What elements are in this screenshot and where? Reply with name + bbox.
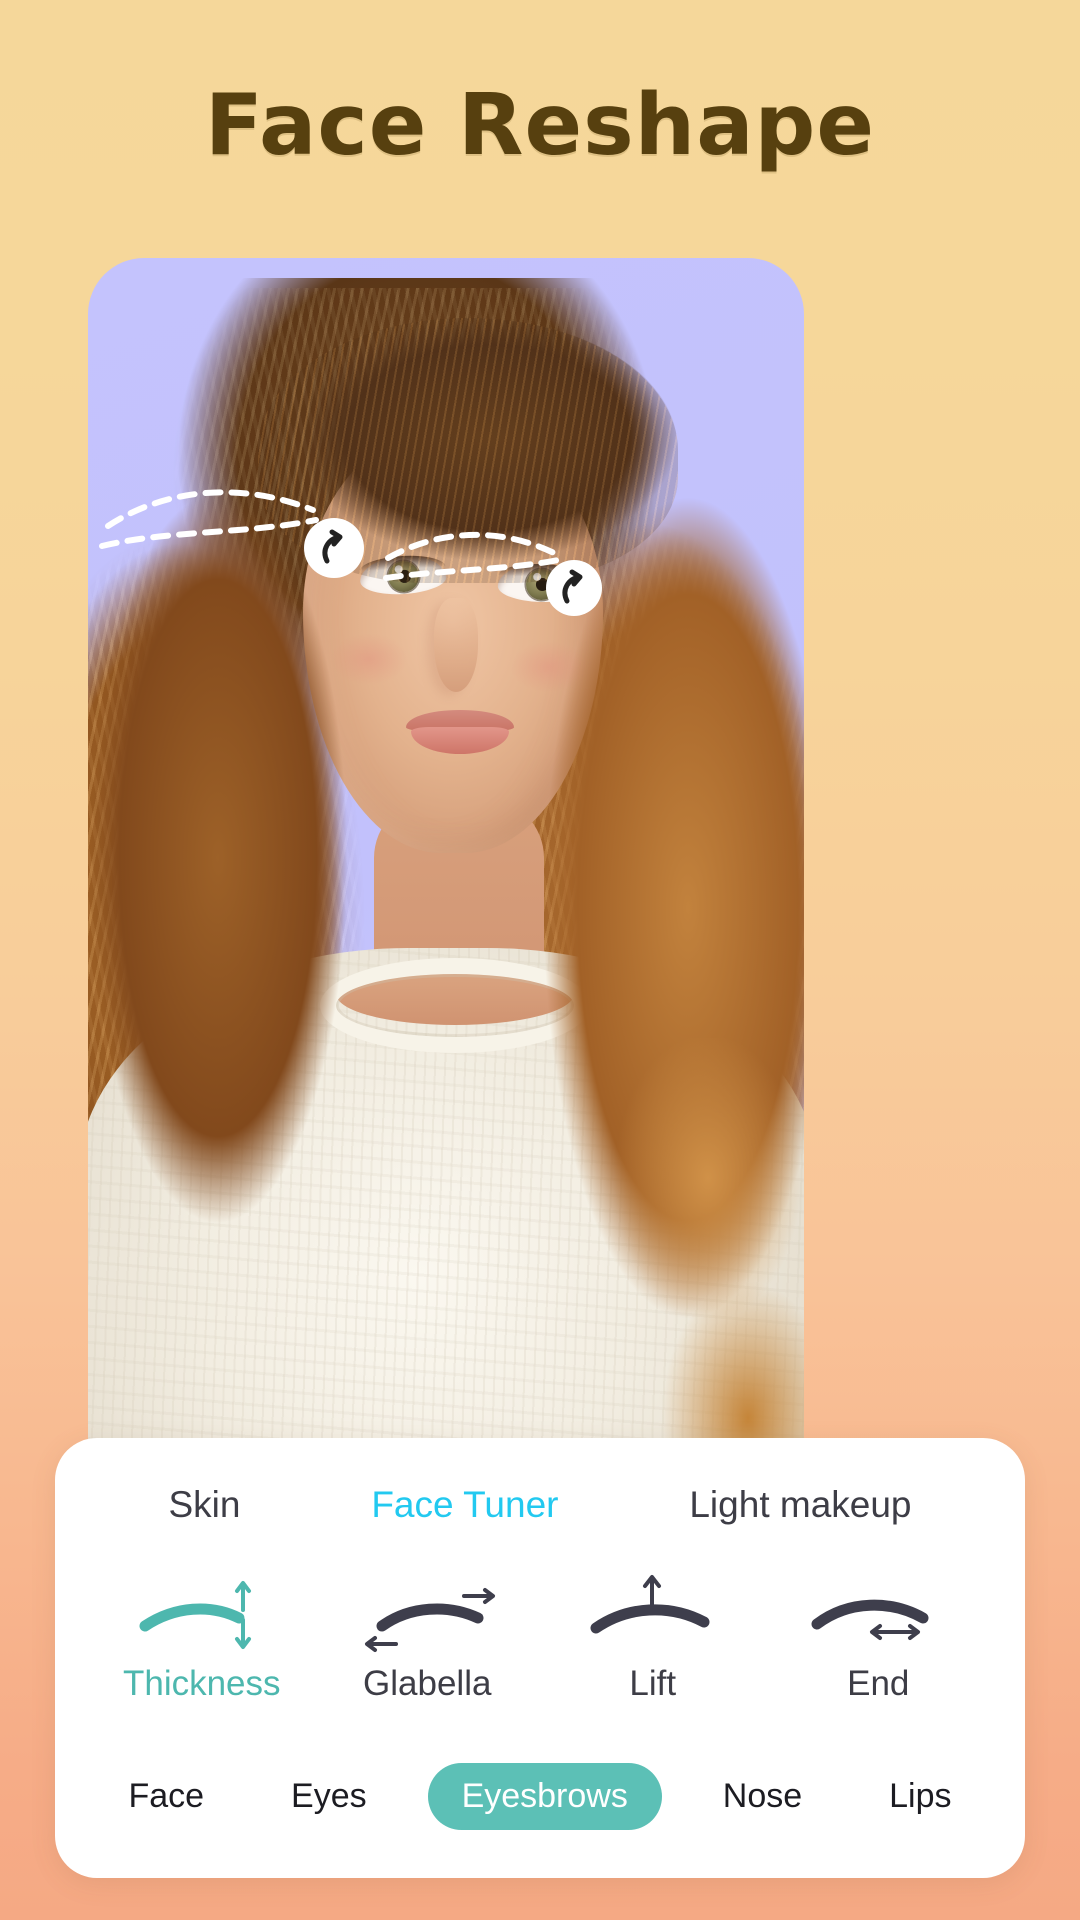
tool-glabella-label: Glabella (363, 1664, 492, 1703)
category-lips[interactable]: Lips (863, 1763, 977, 1830)
tool-lift-label: Lift (629, 1664, 677, 1703)
lips (406, 710, 514, 754)
tool-end[interactable]: End (783, 1566, 973, 1704)
brow-end-icon (783, 1566, 973, 1658)
tab-light-makeup[interactable]: Light makeup (689, 1484, 911, 1526)
tool-thickness[interactable]: Thickness (107, 1566, 297, 1704)
page-title: Face Reshape (204, 76, 876, 175)
lower-lip (411, 727, 509, 754)
category-face[interactable]: Face (102, 1763, 230, 1830)
portrait-photo (88, 258, 804, 1628)
tool-glabella[interactable]: Glabella (332, 1566, 522, 1704)
brow-thickness-icon (107, 1566, 297, 1658)
brow-lift-icon (558, 1566, 748, 1658)
tool-thickness-label: Thickness (122, 1664, 281, 1703)
nose (434, 598, 478, 692)
category-row: Face Eyes Eyesbrows Nose Lips (55, 1763, 1025, 1830)
tab-face-tuner[interactable]: Face Tuner (371, 1484, 558, 1526)
editor-control-panel: Skin Face Tuner Light makeup Thickness G… (55, 1438, 1025, 1878)
brow-glabella-icon (332, 1566, 522, 1658)
category-eyesbrows[interactable]: Eyesbrows (427, 1763, 662, 1830)
tab-skin[interactable]: Skin (168, 1484, 240, 1526)
tool-lift[interactable]: Lift (558, 1566, 748, 1704)
app-root: Face Reshape Skin Face Tuner Light makeu… (0, 0, 1080, 1920)
tool-end-label: End (847, 1664, 910, 1703)
top-tab-bar: Skin Face Tuner Light makeup (55, 1484, 1025, 1526)
category-nose[interactable]: Nose (697, 1763, 828, 1830)
tool-row: Thickness Glabella Lift End (55, 1566, 1025, 1704)
hair-fringe-texture (258, 318, 678, 583)
photo-preview-card[interactable] (88, 258, 804, 1628)
category-eyes[interactable]: Eyes (265, 1763, 393, 1830)
